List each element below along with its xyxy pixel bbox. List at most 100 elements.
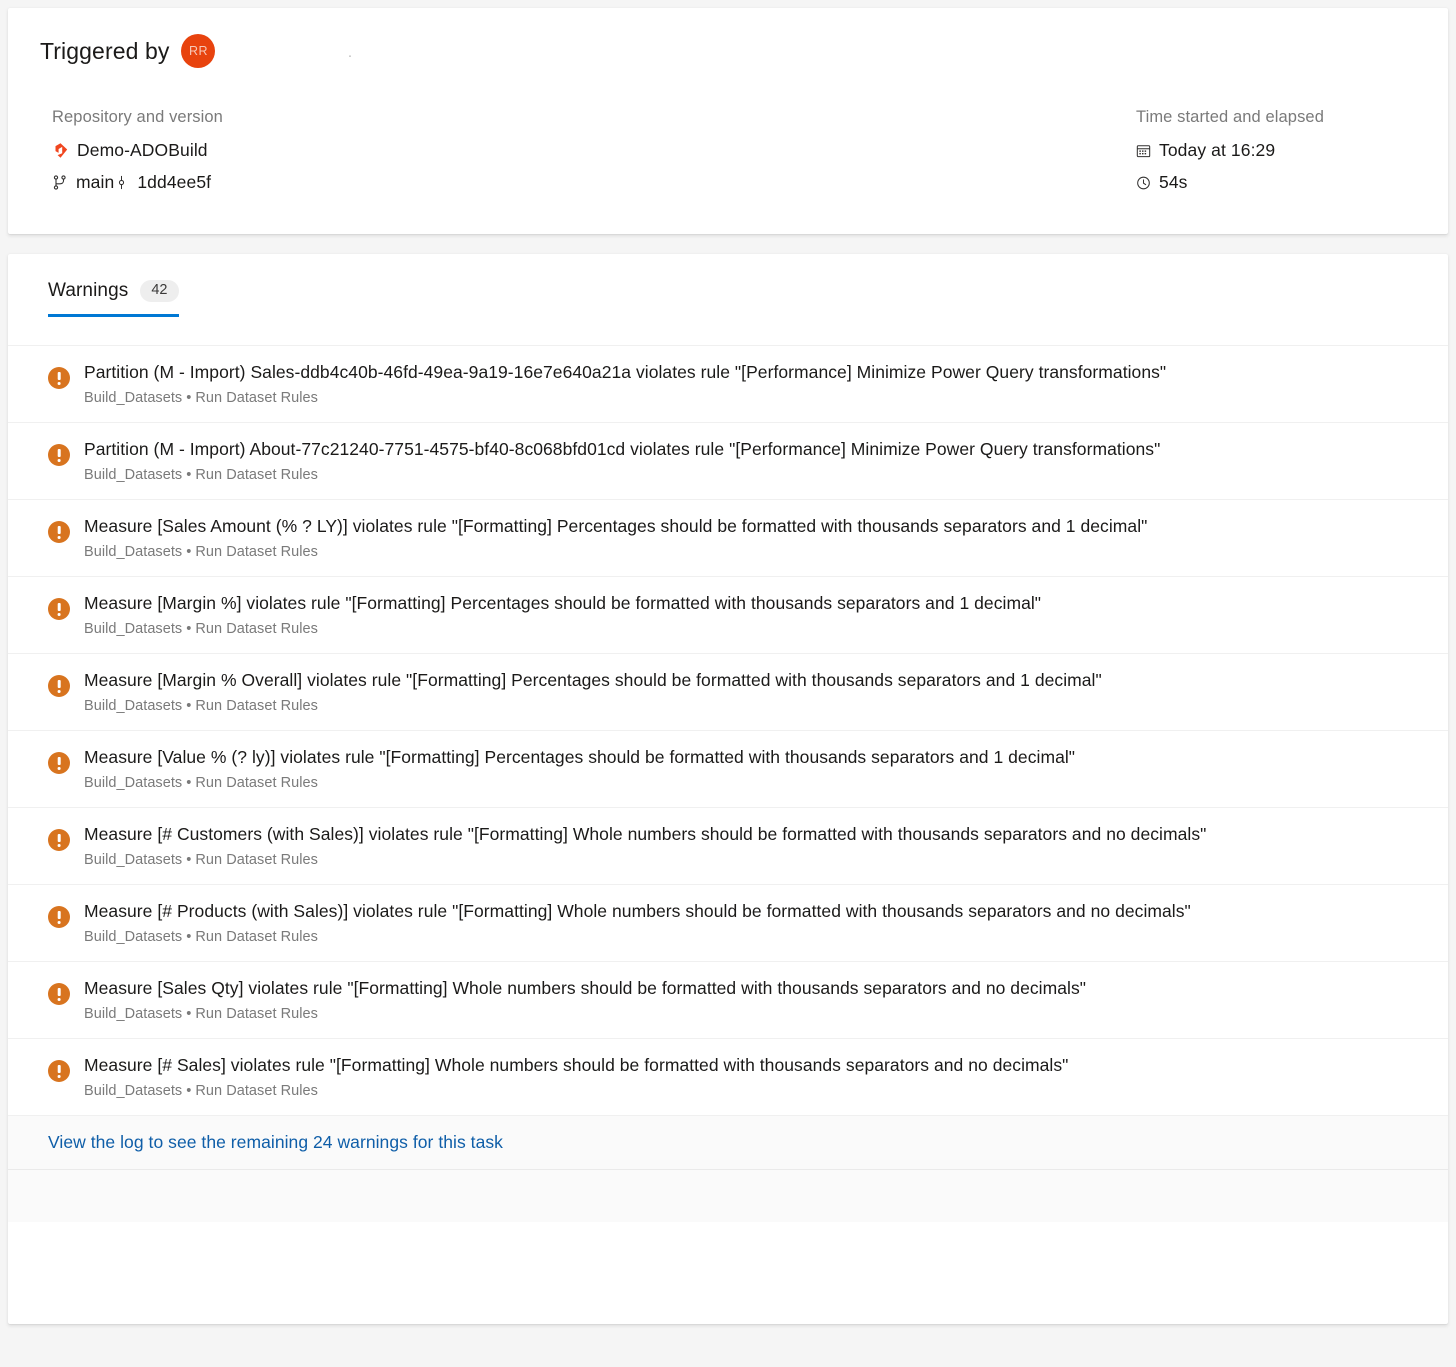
tab-warnings-label: Warnings bbox=[48, 280, 128, 302]
warning-body: Partition (M - Import) Sales-ddb4c40b-46… bbox=[84, 360, 1432, 408]
run-summary-card: Triggered by RR · Repository and version… bbox=[8, 8, 1448, 234]
time-started-value: Today at 16:29 bbox=[1159, 140, 1275, 161]
repository-name: Demo-ADOBuild bbox=[77, 140, 208, 161]
decorative-dot: · bbox=[347, 47, 352, 68]
warning-icon bbox=[48, 983, 70, 1005]
warning-icon bbox=[48, 675, 70, 697]
avatar[interactable]: RR bbox=[181, 34, 215, 68]
warning-message: Partition (M - Import) Sales-ddb4c40b-46… bbox=[84, 360, 1432, 384]
warning-message: Measure [# Customers (with Sales)] viola… bbox=[84, 822, 1432, 846]
warning-list: Partition (M - Import) Sales-ddb4c40b-46… bbox=[8, 345, 1448, 1116]
repository-line[interactable]: Demo-ADOBuild bbox=[52, 140, 1132, 161]
warning-source: Build_Datasets•Run Dataset Rules bbox=[84, 773, 1432, 793]
warning-source: Build_Datasets•Run Dataset Rules bbox=[84, 388, 1432, 408]
warning-icon bbox=[48, 829, 70, 851]
warning-job-name: Build_Datasets bbox=[84, 929, 182, 945]
triggered-by-label: Triggered by bbox=[40, 38, 169, 65]
tabbar: Warnings 42 bbox=[8, 254, 1448, 317]
warning-task-name: Run Dataset Rules bbox=[195, 390, 318, 406]
warning-source: Build_Datasets•Run Dataset Rules bbox=[84, 465, 1432, 485]
warning-icon bbox=[48, 752, 70, 774]
warning-source: Build_Datasets•Run Dataset Rules bbox=[84, 927, 1432, 947]
warning-body: Partition (M - Import) About-77c21240-77… bbox=[84, 437, 1432, 485]
warning-row[interactable]: Measure [Sales Qty] violates rule "[Form… bbox=[8, 962, 1448, 1039]
warning-source: Build_Datasets•Run Dataset Rules bbox=[84, 619, 1432, 639]
warning-message: Measure [Sales Qty] violates rule "[Form… bbox=[84, 976, 1432, 1000]
warning-row[interactable]: Measure [Value % (? ly)] violates rule "… bbox=[8, 731, 1448, 808]
warning-job-name: Build_Datasets bbox=[84, 1083, 182, 1099]
warning-row[interactable]: Measure [Margin %] violates rule "[Forma… bbox=[8, 577, 1448, 654]
source-separator: • bbox=[182, 775, 195, 791]
tab-warnings[interactable]: Warnings 42 bbox=[48, 280, 179, 317]
warning-message: Partition (M - Import) About-77c21240-77… bbox=[84, 437, 1432, 461]
warning-row[interactable]: Measure [# Products (with Sales)] violat… bbox=[8, 885, 1448, 962]
branch-group[interactable]: main bbox=[52, 172, 114, 193]
commit-group[interactable]: 1dd4ee5f bbox=[114, 172, 211, 193]
warning-source: Build_Datasets•Run Dataset Rules bbox=[84, 1004, 1432, 1024]
warning-source: Build_Datasets•Run Dataset Rules bbox=[84, 1081, 1432, 1101]
warning-icon bbox=[48, 598, 70, 620]
commit-hash: 1dd4ee5f bbox=[137, 172, 211, 193]
warning-body: Measure [# Products (with Sales)] violat… bbox=[84, 899, 1432, 947]
warning-source: Build_Datasets•Run Dataset Rules bbox=[84, 696, 1432, 716]
warning-job-name: Build_Datasets bbox=[84, 852, 182, 868]
warning-row[interactable]: Measure [# Sales] violates rule "[Format… bbox=[8, 1039, 1448, 1116]
warning-message: Measure [# Sales] violates rule "[Format… bbox=[84, 1053, 1432, 1077]
warning-task-name: Run Dataset Rules bbox=[195, 621, 318, 637]
warning-icon bbox=[48, 444, 70, 466]
warning-task-name: Run Dataset Rules bbox=[195, 698, 318, 714]
source-separator: • bbox=[182, 621, 195, 637]
warning-body: Measure [# Sales] violates rule "[Format… bbox=[84, 1053, 1432, 1101]
warning-row[interactable]: Partition (M - Import) Sales-ddb4c40b-46… bbox=[8, 346, 1448, 423]
warning-task-name: Run Dataset Rules bbox=[195, 1006, 318, 1022]
calendar-icon bbox=[1136, 143, 1151, 159]
warning-message: Measure [# Products (with Sales)] violat… bbox=[84, 899, 1432, 923]
warning-row[interactable]: Measure [Margin % Overall] violates rule… bbox=[8, 654, 1448, 731]
build-summary-page: Triggered by RR · Repository and version… bbox=[0, 0, 1456, 1367]
time-started-line: Today at 16:29 bbox=[1136, 140, 1416, 161]
source-separator: • bbox=[182, 698, 195, 714]
warning-message: Measure [Margin % Overall] violates rule… bbox=[84, 668, 1432, 692]
source-separator: • bbox=[182, 1083, 195, 1099]
source-separator: • bbox=[182, 1006, 195, 1022]
warning-job-name: Build_Datasets bbox=[84, 390, 182, 406]
repository-heading: Repository and version bbox=[52, 108, 1132, 127]
warning-body: Measure [Sales Qty] violates rule "[Form… bbox=[84, 976, 1432, 1024]
warning-task-name: Run Dataset Rules bbox=[195, 544, 318, 560]
time-group: Time started and elapsed bbox=[1132, 108, 1416, 204]
warning-task-name: Run Dataset Rules bbox=[195, 1083, 318, 1099]
view-log-link[interactable]: View the log to see the remaining 24 war… bbox=[48, 1132, 503, 1152]
warning-job-name: Build_Datasets bbox=[84, 1006, 182, 1022]
warning-task-name: Run Dataset Rules bbox=[195, 929, 318, 945]
warning-task-name: Run Dataset Rules bbox=[195, 775, 318, 791]
card-tail-area bbox=[8, 1170, 1448, 1222]
warning-job-name: Build_Datasets bbox=[84, 621, 182, 637]
tab-warnings-count: 42 bbox=[140, 280, 178, 302]
source-separator: • bbox=[182, 544, 195, 560]
warning-message: Measure [Sales Amount (% ? LY)] violates… bbox=[84, 514, 1432, 538]
branch-and-commit-line: main 1dd bbox=[52, 172, 1132, 193]
source-separator: • bbox=[182, 929, 195, 945]
warning-icon bbox=[48, 521, 70, 543]
warning-body: Measure [# Customers (with Sales)] viola… bbox=[84, 822, 1432, 870]
footer-link-row: View the log to see the remaining 24 war… bbox=[8, 1116, 1448, 1170]
warning-message: Measure [Margin %] violates rule "[Forma… bbox=[84, 591, 1432, 615]
warning-job-name: Build_Datasets bbox=[84, 775, 182, 791]
warning-body: Measure [Sales Amount (% ? LY)] violates… bbox=[84, 514, 1432, 562]
commit-icon bbox=[114, 174, 129, 191]
repository-and-version-group: Repository and version Demo-ADOBuild bbox=[40, 108, 1132, 204]
warning-row[interactable]: Partition (M - Import) About-77c21240-77… bbox=[8, 423, 1448, 500]
warning-body: Measure [Value % (? ly)] violates rule "… bbox=[84, 745, 1432, 793]
warning-row[interactable]: Measure [Sales Amount (% ? LY)] violates… bbox=[8, 500, 1448, 577]
elapsed-value: 54s bbox=[1159, 172, 1188, 193]
warning-job-name: Build_Datasets bbox=[84, 698, 182, 714]
triggered-by-row: Triggered by RR · bbox=[40, 34, 1416, 68]
warning-row[interactable]: Measure [# Customers (with Sales)] viola… bbox=[8, 808, 1448, 885]
warning-icon bbox=[48, 906, 70, 928]
azure-repos-icon bbox=[52, 142, 69, 159]
warning-source: Build_Datasets•Run Dataset Rules bbox=[84, 850, 1432, 870]
warnings-card: Warnings 42 Partition (M - Import) Sales… bbox=[8, 254, 1448, 1324]
clock-icon bbox=[1136, 175, 1151, 191]
warning-source: Build_Datasets•Run Dataset Rules bbox=[84, 542, 1432, 562]
branch-name: main bbox=[76, 172, 114, 193]
